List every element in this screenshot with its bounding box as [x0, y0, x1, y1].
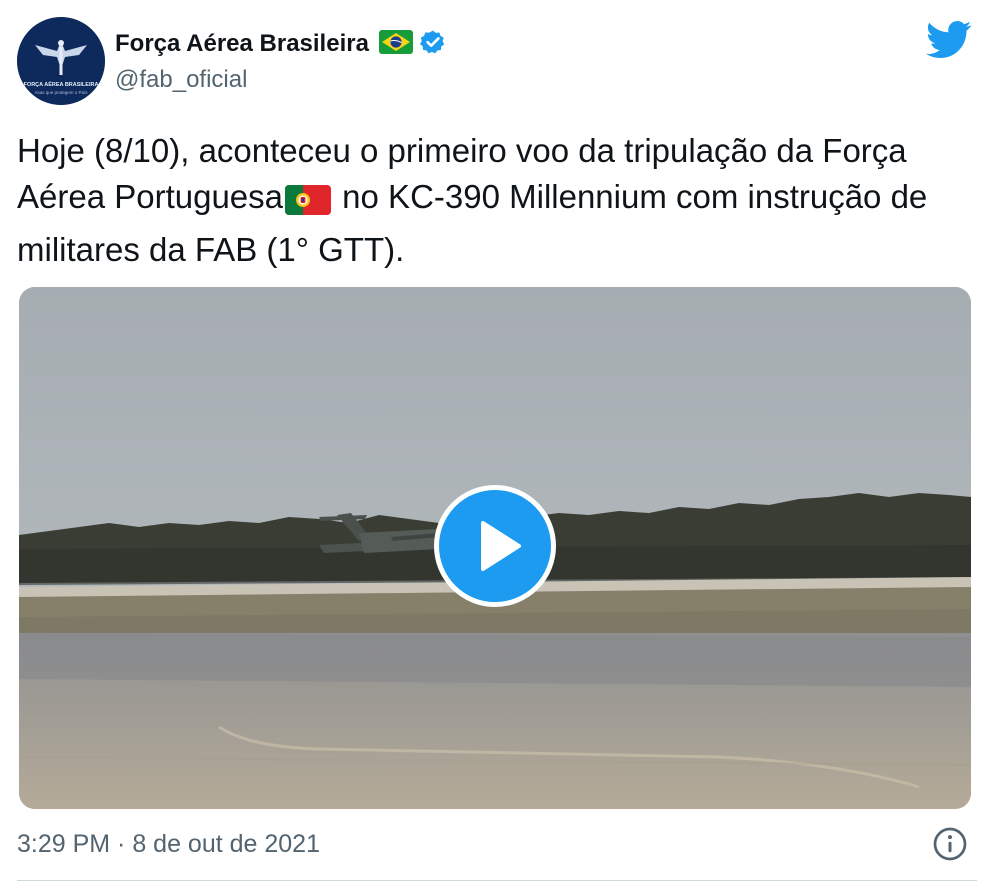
- avatar[interactable]: FORÇA AÉREA BRASILEIRA Asas que protegem…: [17, 17, 105, 105]
- author-name[interactable]: Força Aérea Brasileira: [115, 30, 369, 58]
- video-media[interactable]: [19, 287, 971, 809]
- footer-divider: [17, 880, 977, 881]
- portugal-flag-icon: [285, 181, 332, 227]
- tweet-timestamp[interactable]: 3:29 PM · 8 de out de 2021: [17, 830, 320, 859]
- avatar-motto: Asas que protegem o País: [34, 90, 88, 95]
- brazil-flag-icon: [378, 29, 413, 59]
- twitter-bird-icon[interactable]: [926, 20, 972, 65]
- author-block: Força Aérea Brasileira @fab_oficial: [115, 24, 446, 94]
- name-row: Força Aérea Brasileira: [115, 24, 446, 64]
- avatar-caption: FORÇA AÉREA BRASILEIRA: [24, 80, 99, 88]
- tweet-text: Hoje (8/10), aconteceu o primeiro voo da…: [17, 128, 977, 273]
- verified-badge-icon: [419, 29, 446, 60]
- info-icon[interactable]: [932, 826, 968, 867]
- play-icon: [481, 521, 521, 571]
- author-handle[interactable]: @fab_oficial: [115, 66, 446, 94]
- play-button[interactable]: [434, 485, 556, 607]
